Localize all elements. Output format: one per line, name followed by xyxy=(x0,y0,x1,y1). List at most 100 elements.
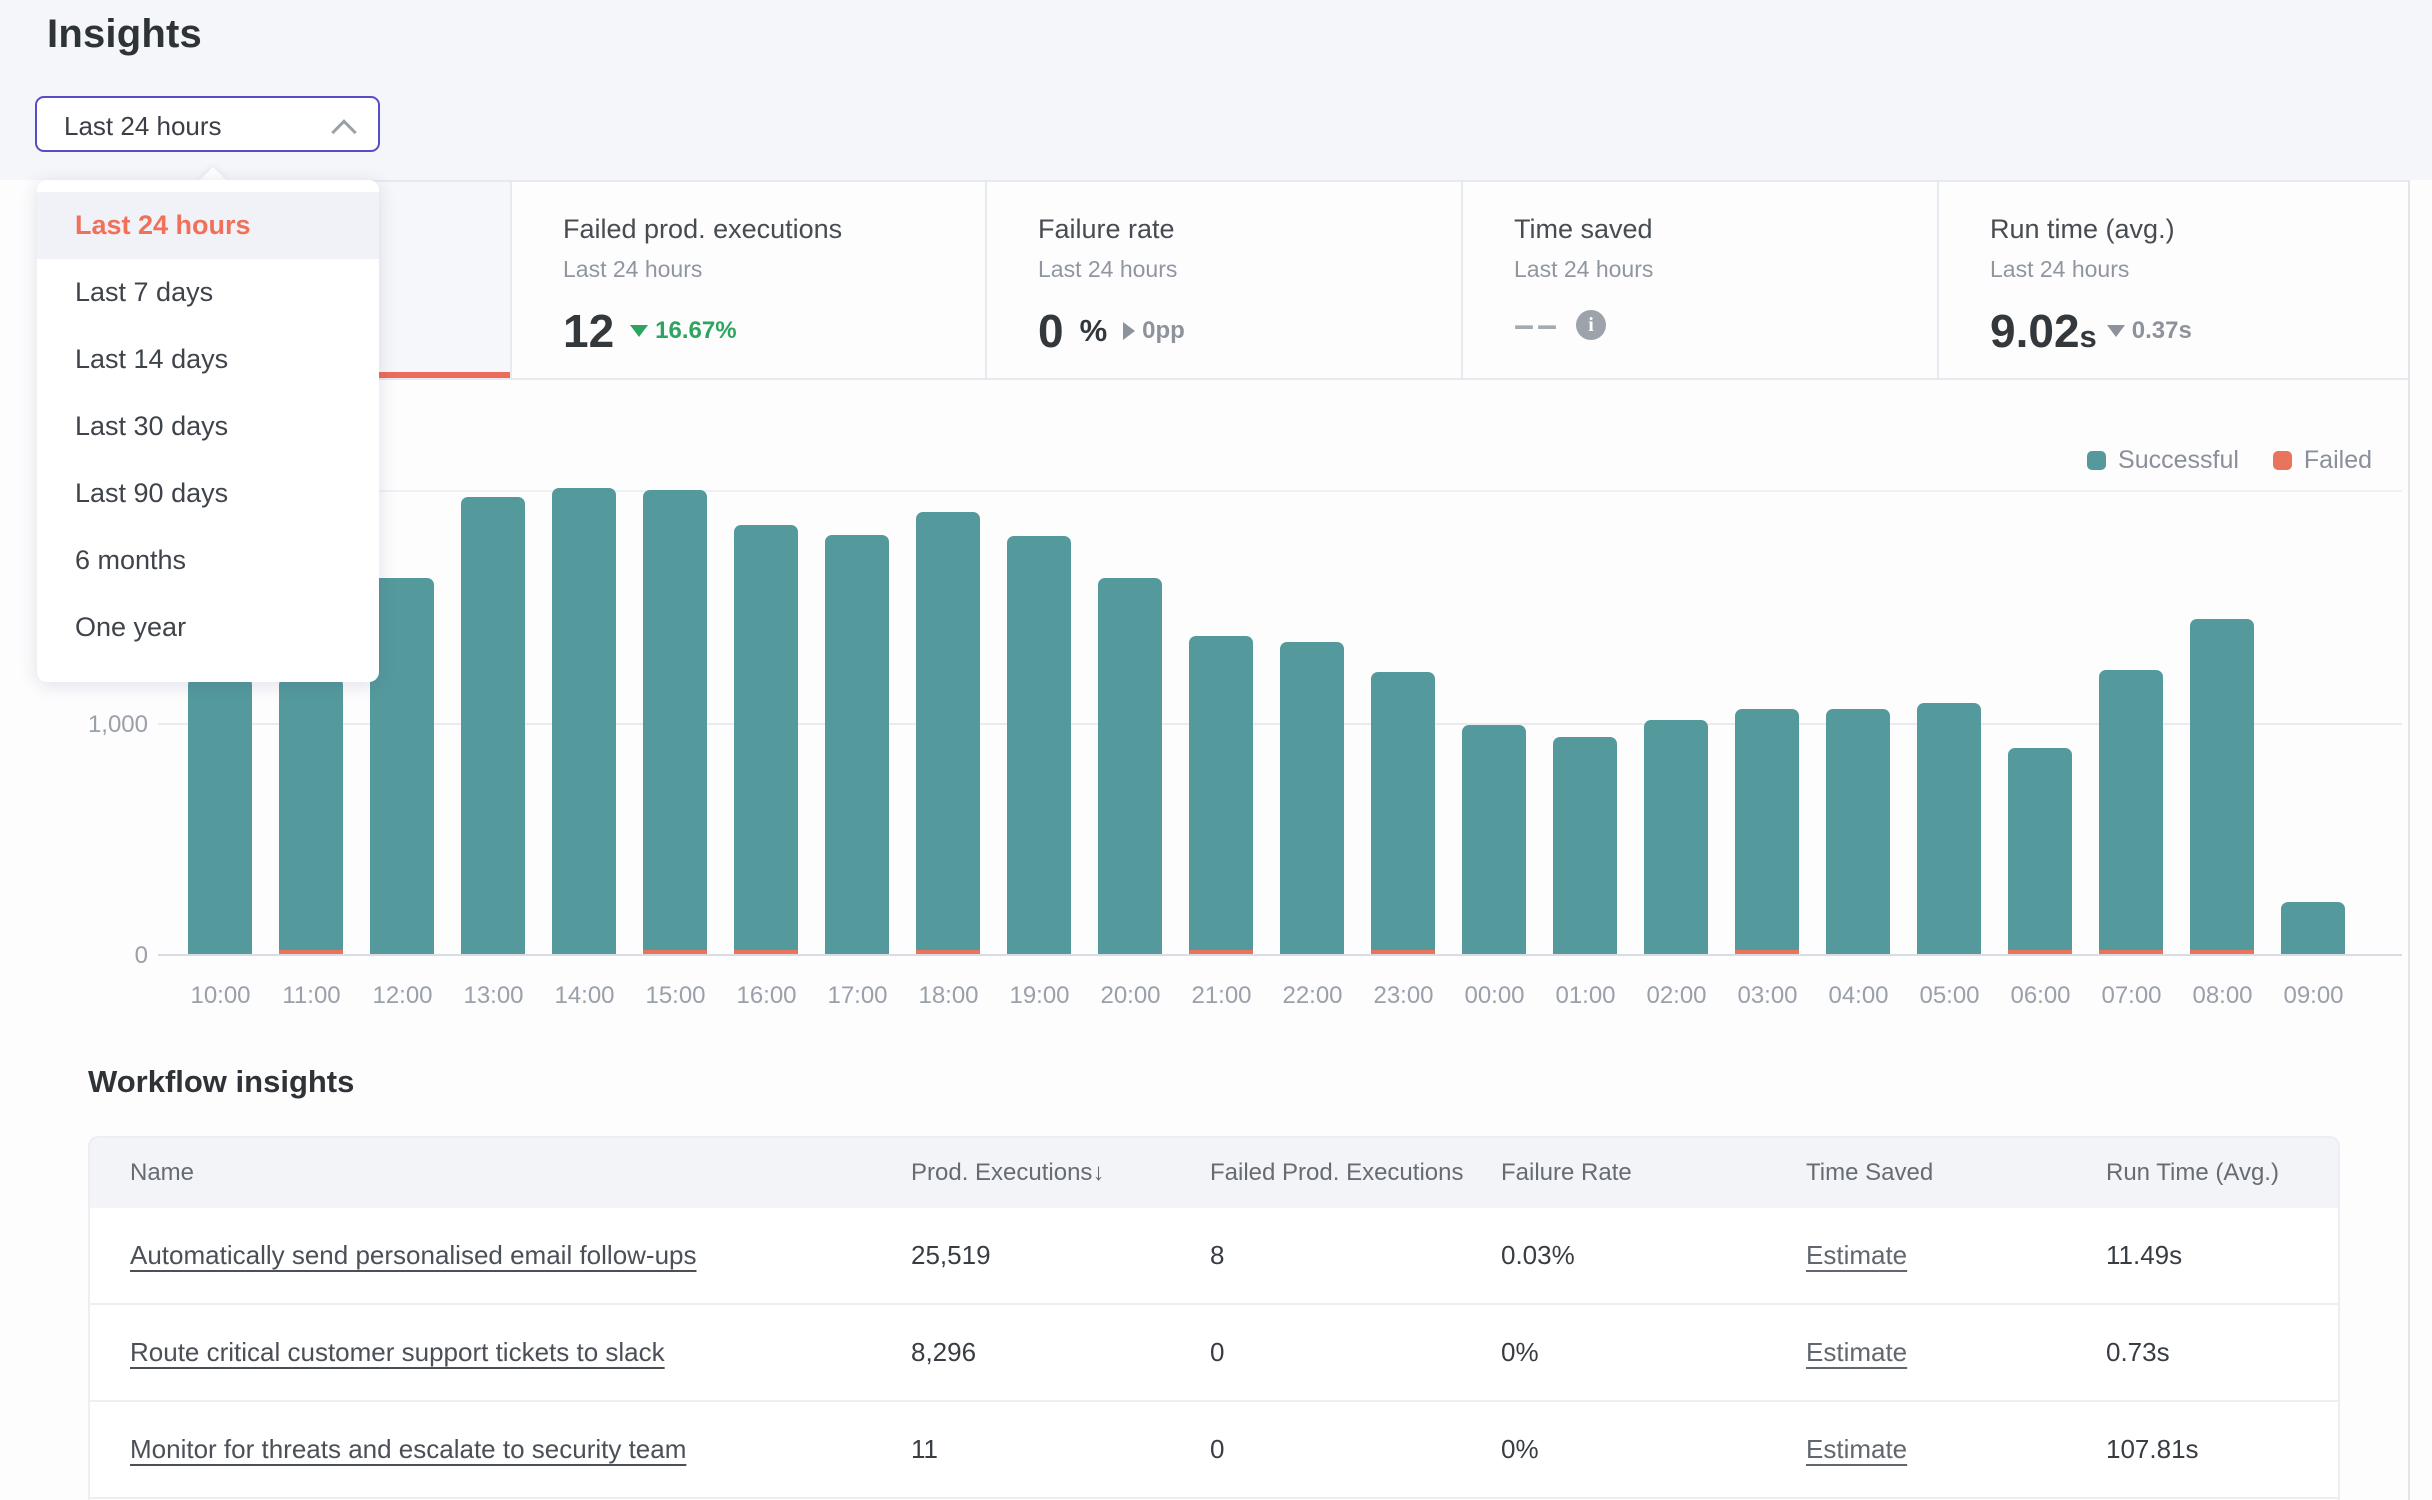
run-time-value: 11.49s xyxy=(2106,1240,2182,1270)
bar-failed-segment xyxy=(2099,950,2163,954)
stat-card-value: 9.02 xyxy=(1990,304,2080,358)
time-range-select[interactable]: Last 24 hours xyxy=(35,96,380,152)
table-row: Route critical customer support tickets … xyxy=(90,1305,2338,1402)
x-axis-label: 11:00 xyxy=(266,982,357,1010)
menu-item-one-year[interactable]: One year xyxy=(37,594,379,661)
bar-failed-segment xyxy=(916,950,980,954)
column-header-name[interactable]: Name xyxy=(130,1138,194,1208)
menu-item-last-7-days[interactable]: Last 7 days xyxy=(37,259,379,326)
page-title: Insights xyxy=(47,12,202,57)
menu-item-last-24-hours[interactable]: Last 24 hours xyxy=(37,192,379,259)
x-axis-label: 19:00 xyxy=(994,982,1085,1010)
bar-22:00 xyxy=(1280,642,1344,954)
prod-executions-value: 25,519 xyxy=(911,1240,991,1270)
bar-03:00 xyxy=(1735,709,1799,954)
column-header-prod-executions[interactable]: Prod. Executions↓ xyxy=(911,1138,1104,1208)
triangle-down-icon xyxy=(2107,325,2125,337)
x-axis-label: 22:00 xyxy=(1267,982,1358,1010)
failed-swatch-icon xyxy=(2273,451,2292,470)
column-header-failure-rate[interactable]: Failure Rate xyxy=(1501,1138,1632,1208)
x-axis-label: 05:00 xyxy=(1904,982,1995,1010)
x-axis-label: 07:00 xyxy=(2086,982,2177,1010)
column-header-run-time-avg-[interactable]: Run Time (Avg.) xyxy=(2106,1138,2279,1208)
x-axis-line xyxy=(158,954,2402,956)
x-axis-label: 17:00 xyxy=(812,982,903,1010)
stat-card-unit: s xyxy=(2080,319,2097,355)
bar-failed-segment xyxy=(1189,950,1253,954)
failure-rate-value: 0.03% xyxy=(1501,1240,1575,1270)
bar-17:00 xyxy=(825,535,889,954)
legend-item-successful[interactable]: Successful xyxy=(2087,446,2239,475)
failure-rate-value: 0% xyxy=(1501,1434,1539,1464)
triangle-down-icon xyxy=(630,325,648,337)
successful-swatch-icon xyxy=(2087,451,2106,470)
x-axis-label: 03:00 xyxy=(1722,982,1813,1010)
bar-11:00 xyxy=(279,678,343,954)
failed-prod-executions-value: 0 xyxy=(1210,1337,1224,1367)
stat-card-value: 0 xyxy=(1038,304,1064,358)
y-axis-tick: 1,000 xyxy=(38,711,148,739)
stat-card-title: Time saved xyxy=(1514,214,1653,245)
time-range-dropdown-menu: Last 24 hoursLast 7 daysLast 14 daysLast… xyxy=(37,180,379,682)
run-time-value: 107.81s xyxy=(2106,1434,2199,1464)
stat-card-run-time[interactable]: Run time (avg.) Last 24 hours 9.02 s 0.3… xyxy=(1939,182,2410,378)
bar-23:00 xyxy=(1371,672,1435,954)
prod-executions-value: 11 xyxy=(911,1434,938,1464)
bar-19:00 xyxy=(1007,536,1071,954)
workflow-name-link[interactable]: Monitor for threats and escalate to secu… xyxy=(130,1434,686,1464)
bar-12:00 xyxy=(370,578,434,954)
x-axis-label: 12:00 xyxy=(357,982,448,1010)
stat-card-title: Run time (avg.) xyxy=(1990,214,2175,245)
workflow-name-link[interactable]: Route critical customer support tickets … xyxy=(130,1337,665,1367)
bar-14:00 xyxy=(552,488,616,954)
prod-executions-value: 8,296 xyxy=(911,1337,976,1367)
y-axis-tick: 0 xyxy=(38,942,148,970)
x-axis-label: 15:00 xyxy=(630,982,721,1010)
run-time-value: 0.73s xyxy=(2106,1337,2170,1367)
stat-card-period: Last 24 hours xyxy=(1038,256,1177,283)
stat-card-delta: 16.67% xyxy=(630,317,736,345)
bar-16:00 xyxy=(734,525,798,954)
x-axis-label: 20:00 xyxy=(1085,982,1176,1010)
workflow-name-link[interactable]: Automatically send personalised email fo… xyxy=(130,1240,697,1270)
x-axis-label: 00:00 xyxy=(1449,982,1540,1010)
stat-card-failed-executions[interactable]: Failed prod. executions Last 24 hours 12… xyxy=(512,182,985,378)
failure-rate-value: 0% xyxy=(1501,1337,1539,1367)
bar-13:00 xyxy=(461,497,525,954)
bar-08:00 xyxy=(2190,619,2254,954)
column-header-failed-prod-executions[interactable]: Failed Prod. Executions xyxy=(1210,1138,1463,1208)
estimate-link[interactable]: Estimate xyxy=(1806,1434,1907,1464)
stat-card-period: Last 24 hours xyxy=(1514,256,1653,283)
bar-02:00 xyxy=(1644,720,1708,954)
table-row: Monitor for threats and escalate to secu… xyxy=(90,1402,2338,1499)
x-axis-label: 14:00 xyxy=(539,982,630,1010)
menu-item-last-90-days[interactable]: Last 90 days xyxy=(37,460,379,527)
sort-descending-icon: ↓ xyxy=(1092,1159,1104,1186)
column-header-time-saved[interactable]: Time Saved xyxy=(1806,1138,1933,1208)
bar-10:00 xyxy=(188,678,252,954)
bar-failed-segment xyxy=(1735,950,1799,954)
table-header-row: Name Prod. Executions↓ Failed Prod. Execut… xyxy=(90,1138,2338,1208)
estimate-link[interactable]: Estimate xyxy=(1806,1240,1907,1270)
workflow-insights-heading: Workflow insights xyxy=(88,1064,354,1100)
legend-item-failed[interactable]: Failed xyxy=(2273,446,2372,475)
time-range-selected-value: Last 24 hours xyxy=(64,111,222,142)
bar-06:00 xyxy=(2008,748,2072,954)
stat-card-period: Last 24 hours xyxy=(563,256,702,283)
stat-card-delta: 0.37s xyxy=(2107,317,2192,345)
menu-item-last-30-days[interactable]: Last 30 days xyxy=(37,393,379,460)
stat-card-time-saved[interactable]: Time saved Last 24 hours –– i xyxy=(1463,182,1937,378)
x-axis-label: 09:00 xyxy=(2268,982,2359,1010)
menu-item-last-14-days[interactable]: Last 14 days xyxy=(37,326,379,393)
stat-card-failure-rate[interactable]: Failure rate Last 24 hours 0 % 0pp xyxy=(987,182,1461,378)
x-axis-label: 13:00 xyxy=(448,982,539,1010)
estimate-link[interactable]: Estimate xyxy=(1806,1337,1907,1367)
stat-card-empty-value: –– xyxy=(1514,304,1560,346)
bar-failed-segment xyxy=(734,950,798,954)
bar-01:00 xyxy=(1553,737,1617,954)
bar-05:00 xyxy=(1917,703,1981,954)
triangle-right-icon xyxy=(1123,322,1135,340)
bar-00:00 xyxy=(1462,725,1526,954)
menu-item-6-months[interactable]: 6 months xyxy=(37,527,379,594)
info-icon[interactable]: i xyxy=(1576,310,1606,340)
